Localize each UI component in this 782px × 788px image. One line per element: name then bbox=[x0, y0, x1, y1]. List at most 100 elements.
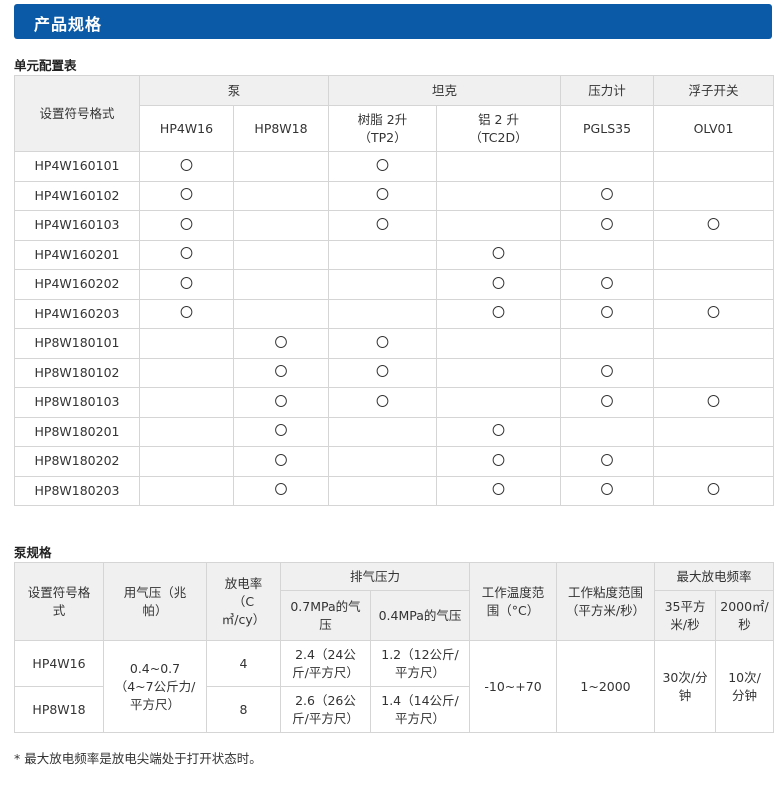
config-cell: 〇 bbox=[328, 180, 438, 211]
config-cell: 〇 bbox=[232, 328, 330, 359]
config-cell: 〇 bbox=[328, 387, 438, 418]
config-cell: 〇 bbox=[560, 210, 655, 241]
config-cell: 〇 bbox=[560, 180, 655, 211]
config-cell: 〇 bbox=[560, 446, 655, 477]
included-mark: 〇 bbox=[600, 188, 614, 204]
subheader-tp2: 树脂 2升 （TP2） bbox=[328, 105, 438, 152]
pump-header-viscosity-range: 工作粘度范围（平方米/秒） bbox=[556, 562, 656, 641]
row-code: HP4W160101 bbox=[14, 151, 140, 182]
included-mark: 〇 bbox=[274, 365, 288, 381]
pump-row-discharge-rate: 8 bbox=[206, 686, 281, 733]
footnote: * 最大放电频率是放电尖端处于打开状态时。 bbox=[14, 751, 262, 766]
row-code: HP8W180101 bbox=[14, 328, 140, 359]
pump-row-exhaust-07: 2.6（26公斤/平方尺） bbox=[280, 686, 371, 733]
group-header-gauge: 压力计 bbox=[560, 75, 655, 106]
config-cell bbox=[436, 180, 562, 211]
config-cell bbox=[653, 151, 775, 182]
included-mark: 〇 bbox=[707, 306, 721, 322]
config-cell bbox=[139, 387, 234, 418]
config-cell: 〇 bbox=[560, 387, 655, 418]
included-mark: 〇 bbox=[707, 394, 721, 410]
config-cell: 〇 bbox=[560, 357, 655, 388]
config-cell: 〇 bbox=[328, 357, 438, 388]
subheader-hp4w16: HP4W16 bbox=[139, 105, 234, 152]
config-cell bbox=[328, 475, 438, 506]
row-code: HP4W160102 bbox=[14, 180, 140, 211]
group-header-tank: 坦克 bbox=[328, 75, 562, 106]
config-cell bbox=[328, 239, 438, 270]
config-cell bbox=[653, 357, 775, 388]
included-mark: 〇 bbox=[492, 247, 506, 263]
config-cell bbox=[232, 210, 330, 241]
table-row: HP8W180101 〇 〇 bbox=[14, 328, 775, 359]
config-cell bbox=[139, 475, 234, 506]
included-mark: 〇 bbox=[492, 424, 506, 440]
config-cell bbox=[328, 269, 438, 300]
included-mark: 〇 bbox=[376, 335, 390, 351]
group-header-float-switch: 浮子开关 bbox=[653, 75, 775, 106]
shared-air-pressure: 0.4~0.7 （4~7公斤力/平方尺） bbox=[103, 640, 207, 733]
pump-row-exhaust-04: 1.2（12公斤/平方尺） bbox=[369, 640, 471, 687]
config-cell bbox=[560, 151, 655, 182]
table-row: HP4W160102 〇 〇 〇 bbox=[14, 180, 775, 211]
table-row: HP8W180102 〇 〇 〇 bbox=[14, 357, 775, 388]
table-row: HP4W160202 〇 〇 〇 bbox=[14, 269, 775, 300]
included-mark: 〇 bbox=[179, 188, 193, 204]
config-cell bbox=[653, 180, 775, 211]
included-mark: 〇 bbox=[707, 217, 721, 233]
config-cell bbox=[232, 239, 330, 270]
config-cell bbox=[232, 180, 330, 211]
config-cell: 〇 bbox=[139, 298, 234, 329]
included-mark: 〇 bbox=[492, 453, 506, 469]
shared-temp-range: -10~+70 bbox=[469, 640, 558, 733]
table-row: HP8W180203 〇 〇 〇 〇 bbox=[14, 475, 775, 506]
config-cell bbox=[436, 357, 562, 388]
included-mark: 〇 bbox=[274, 453, 288, 469]
config-cell: 〇 bbox=[436, 475, 562, 506]
included-mark: 〇 bbox=[707, 483, 721, 499]
pump-header-exhaust-07: 0.7MPa的气压 bbox=[280, 590, 371, 641]
shared-freq-2000: 10次/分钟 bbox=[715, 640, 775, 733]
row-code: HP4W160103 bbox=[14, 210, 140, 241]
included-mark: 〇 bbox=[600, 394, 614, 410]
config-cell: 〇 bbox=[139, 180, 234, 211]
table-row: HP8W180202 〇 〇 〇 bbox=[14, 446, 775, 477]
included-mark: 〇 bbox=[600, 217, 614, 233]
config-cell: 〇 bbox=[436, 446, 562, 477]
config-cell bbox=[436, 151, 562, 182]
pump-header-air-pressure: 用气压（兆帕） bbox=[103, 562, 207, 641]
config-cell bbox=[436, 210, 562, 241]
row-code: HP8W180201 bbox=[14, 416, 140, 447]
page-title: 产品规格 bbox=[34, 15, 103, 34]
row-code: HP4W160202 bbox=[14, 269, 140, 300]
included-mark: 〇 bbox=[600, 453, 614, 469]
config-cell: 〇 bbox=[560, 298, 655, 329]
included-mark: 〇 bbox=[600, 365, 614, 381]
config-cell: 〇 bbox=[328, 328, 438, 359]
pump-header-freq-35: 35平方米/秒 bbox=[654, 590, 717, 641]
row-code: HP4W160203 bbox=[14, 298, 140, 329]
row-code: HP8W180203 bbox=[14, 475, 140, 506]
config-cell: 〇 bbox=[653, 387, 775, 418]
included-mark: 〇 bbox=[600, 483, 614, 499]
config-cell bbox=[560, 239, 655, 270]
config-cell: 〇 bbox=[560, 269, 655, 300]
config-cell: 〇 bbox=[560, 475, 655, 506]
included-mark: 〇 bbox=[600, 306, 614, 322]
config-cell: 〇 bbox=[436, 239, 562, 270]
config-cell: 〇 bbox=[139, 269, 234, 300]
included-mark: 〇 bbox=[274, 335, 288, 351]
pump-header-code: 设置符号格式 bbox=[14, 562, 104, 641]
row-code: HP8W180103 bbox=[14, 387, 140, 418]
shared-viscosity-range: 1~2000 bbox=[556, 640, 656, 733]
row-code: HP4W160201 bbox=[14, 239, 140, 270]
config-cell: 〇 bbox=[232, 357, 330, 388]
config-cell bbox=[653, 446, 775, 477]
pump-row-discharge-rate: 4 bbox=[206, 640, 281, 687]
included-mark: 〇 bbox=[274, 424, 288, 440]
config-cell: 〇 bbox=[436, 298, 562, 329]
config-cell bbox=[139, 357, 234, 388]
config-cell bbox=[560, 328, 655, 359]
shared-freq-35: 30次/分钟 bbox=[654, 640, 717, 733]
config-cell bbox=[139, 328, 234, 359]
